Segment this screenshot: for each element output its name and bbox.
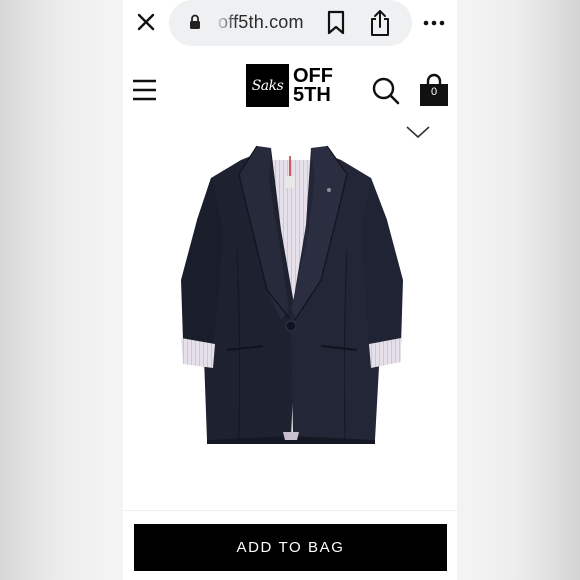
bookmark-icon[interactable] (326, 10, 346, 36)
product-image-blazer[interactable] (171, 140, 411, 450)
phone-screen: off5th.com Saks OFF 5TH 0 ADD TO BAG (123, 0, 457, 580)
more-icon (423, 20, 445, 26)
browser-toolbar: off5th.com (123, 0, 457, 46)
url-fade (213, 8, 237, 38)
shopping-bag-button[interactable]: 0 (419, 73, 449, 107)
lock-icon (190, 14, 200, 29)
logo-wordmark: OFF 5TH (293, 64, 333, 106)
logo-script: Saks (251, 77, 284, 94)
logo-mark: Saks (246, 64, 289, 107)
share-icon[interactable] (368, 8, 392, 38)
address-bar[interactable]: off5th.com (169, 0, 412, 46)
close-icon (137, 13, 155, 31)
search-icon[interactable] (371, 76, 401, 106)
add-to-bag-button[interactable]: ADD TO BAG (134, 524, 447, 571)
logo-line-2: 5TH (293, 83, 331, 106)
add-to-bag-bar: ADD TO BAG (123, 510, 457, 580)
chevron-down-icon[interactable] (404, 122, 432, 142)
saks-off-5th-logo[interactable]: Saks OFF 5TH (246, 63, 336, 108)
logo-line-1: OFF (293, 64, 333, 87)
more-options-button[interactable] (419, 12, 449, 34)
bag-count-badge: 0 (430, 86, 438, 98)
close-tab-button[interactable] (133, 9, 159, 35)
menu-icon[interactable] (131, 76, 159, 104)
